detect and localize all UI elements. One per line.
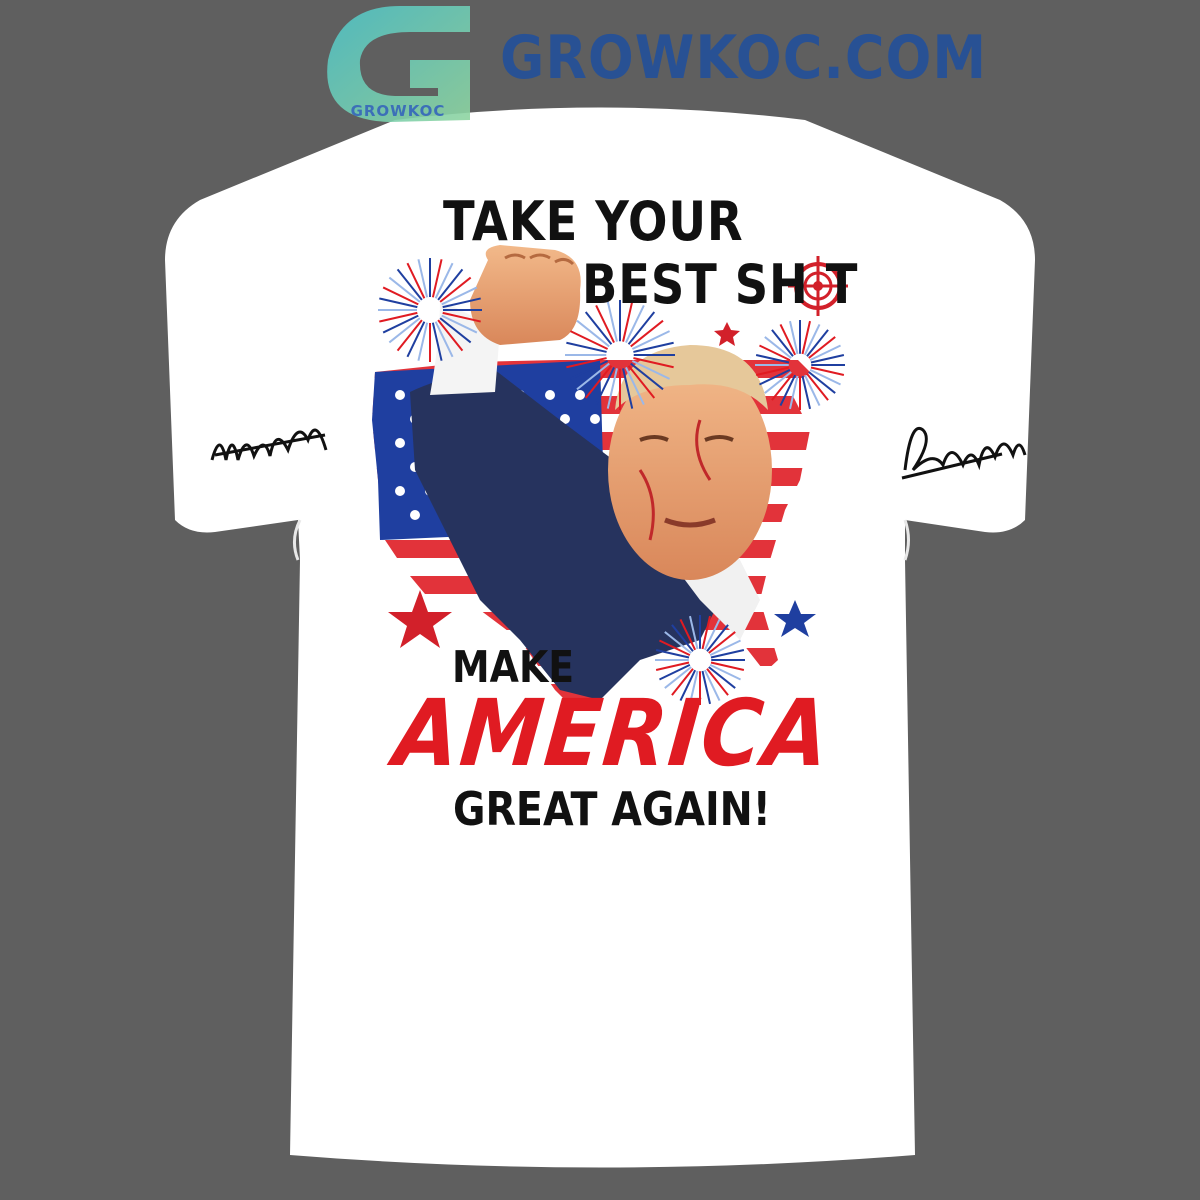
headline-line-2: BEST SH T xyxy=(582,253,859,316)
slogan-line-2: AMERICA xyxy=(389,680,836,787)
headline-line-1: TAKE YOUR xyxy=(443,190,744,253)
flag-star xyxy=(410,510,420,520)
flag-star xyxy=(395,438,405,448)
slogan-line-3: GREAT AGAIN! xyxy=(453,782,771,836)
watermark-site-name: GROWKOC.COM xyxy=(500,22,988,93)
flag-star xyxy=(395,486,405,496)
flag-star xyxy=(545,390,555,400)
product-image: GROWKOC GROWKOC.COM TAKE YOUR BEST SH T … xyxy=(0,0,1200,1200)
logo-caption: GROWKOC xyxy=(350,102,446,120)
flag-star xyxy=(395,390,405,400)
flag-star xyxy=(590,414,600,424)
shirt-graphic xyxy=(165,6,1035,1168)
flag-star xyxy=(575,390,585,400)
